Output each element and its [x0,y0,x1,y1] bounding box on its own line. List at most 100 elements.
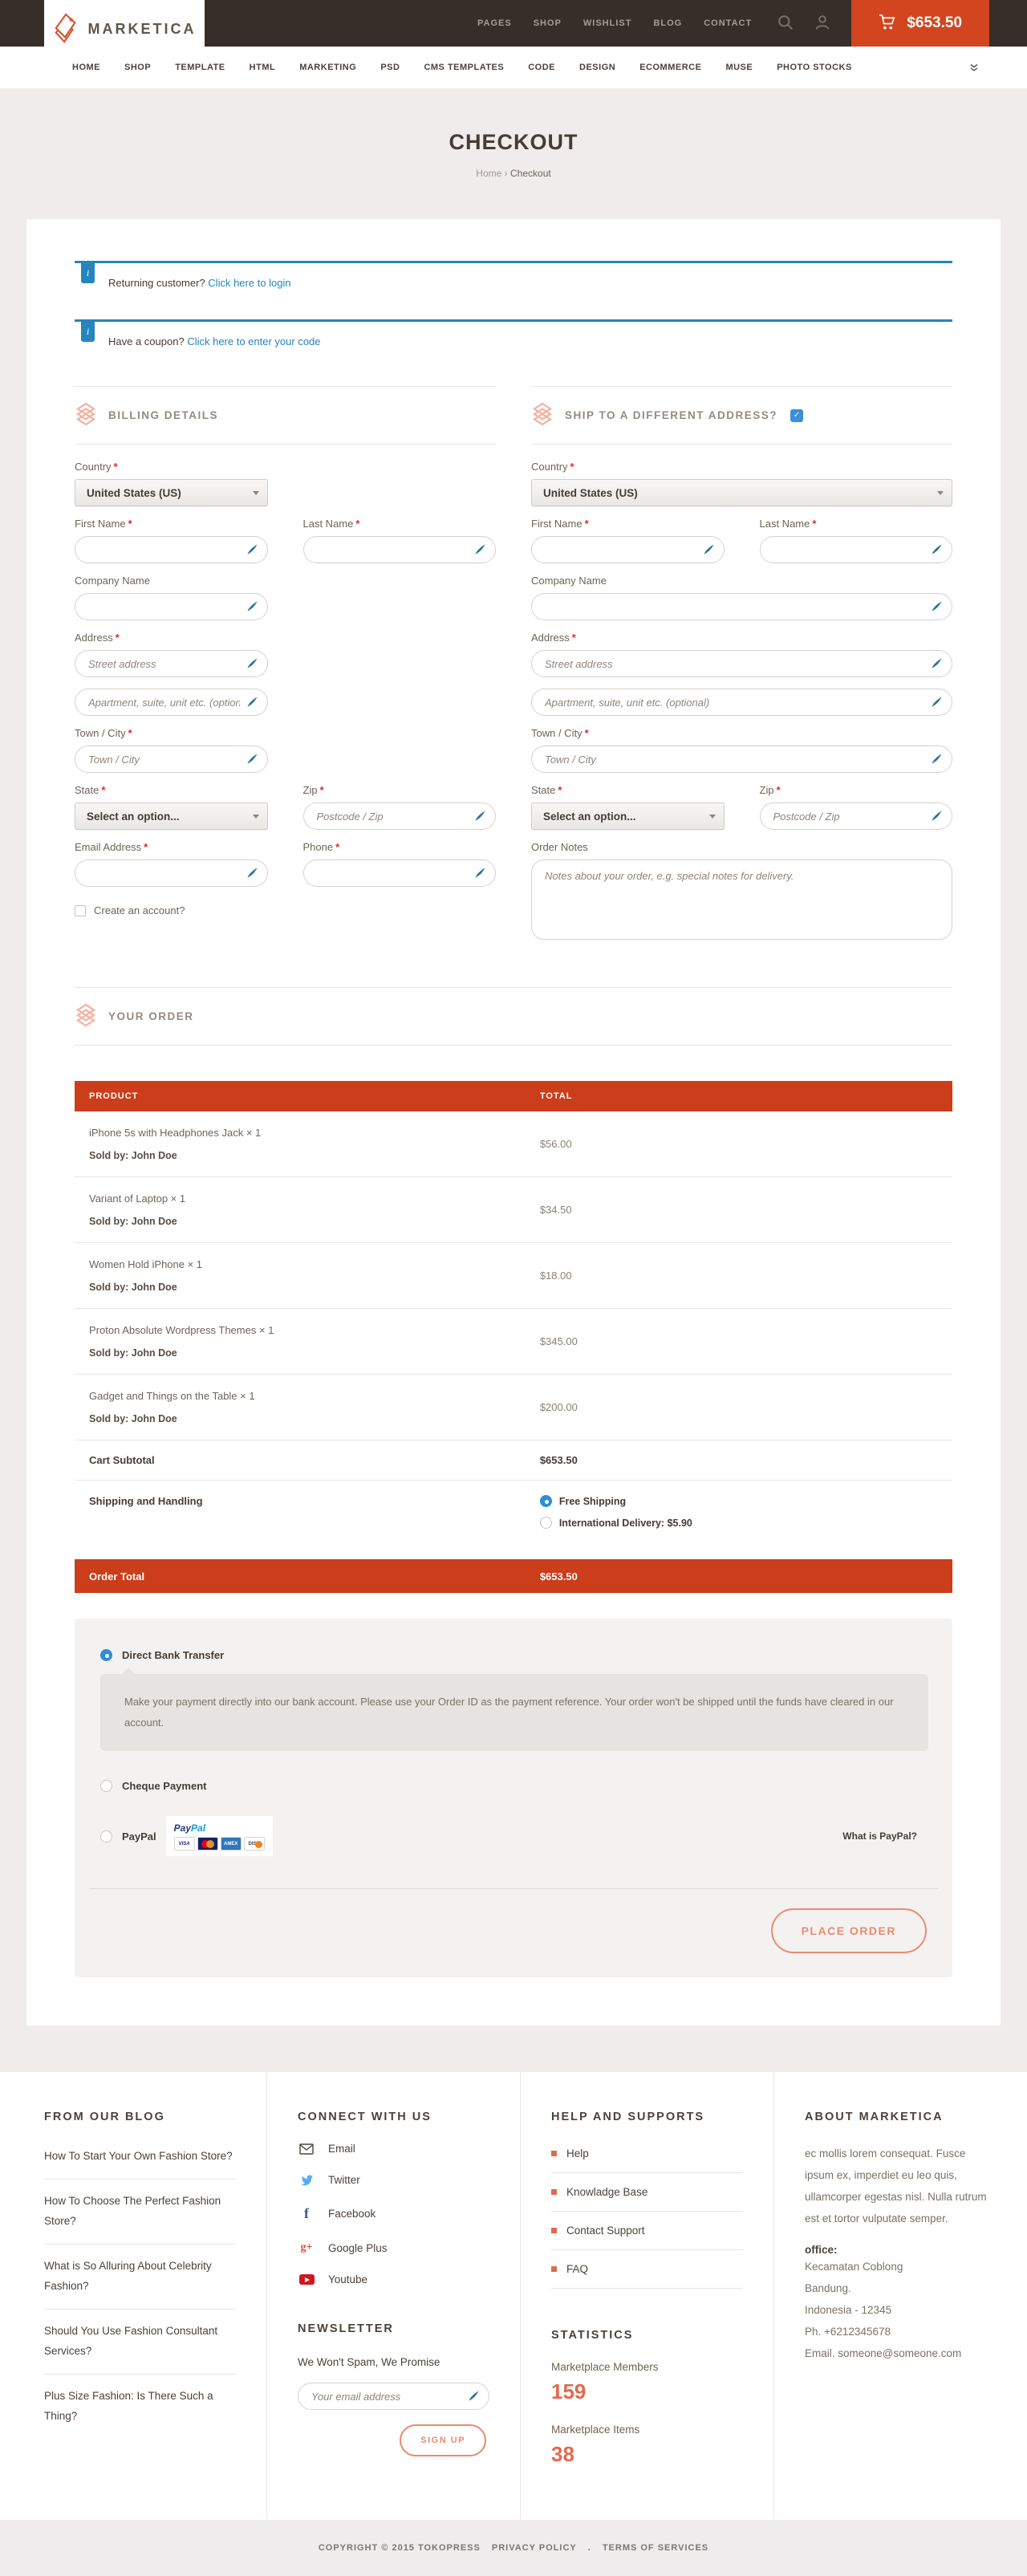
billing-email-input[interactable] [75,859,268,887]
help-and-supports-heading: HELP AND SUPPORTS [551,2111,743,2123]
payment-method-cheque[interactable]: Cheque Payment [89,1780,938,1792]
payment-methods-section: Direct Bank Transfer Make your payment d… [75,1619,952,1977]
knowledge-base-link[interactable]: Knowladge Base [551,2173,743,2212]
blog-post-link[interactable]: What is So Alluring About Celebrity Fash… [44,2245,236,2310]
from-our-blog-heading: FROM OUR BLOG [44,2111,236,2123]
social-link-youtube[interactable]: Youtube [298,2273,489,2285]
mainnav-item-shop[interactable]: SHOP [124,63,151,72]
shipping-option-free[interactable]: Free Shipping [540,1495,952,1507]
billing-last-name-input[interactable] [303,536,497,563]
billing-country-select[interactable]: United States (US) [75,479,268,506]
billing-first-name-input[interactable] [75,536,268,563]
pen-icon [468,2390,480,2404]
order-item-row: iPhone 5s with Headphones Jack × 1 Sold … [75,1111,952,1177]
mainnav-item-photo-stocks[interactable]: PHOTO STOCKS [777,63,852,72]
terms-of-services-link[interactable]: TERMS OF SERVICES [603,2543,708,2553]
topnav-item-blog[interactable]: BLOG [653,18,682,28]
billing-company-input[interactable] [75,593,268,620]
sign-up-button[interactable]: SIGN UP [400,2424,486,2456]
shipping-first-name-input[interactable] [531,536,725,563]
blog-post-link[interactable]: How To Choose The Perfect Fashion Store? [44,2180,236,2245]
newsletter-email-input[interactable] [298,2383,489,2410]
blog-post-link[interactable]: Should You Use Fashion Consultant Servic… [44,2310,236,2375]
mainnav-item-home[interactable]: HOME [72,63,100,72]
topnav-item-shop[interactable]: SHOP [534,18,562,28]
about-marketica-heading: ABOUT MARKETICA [805,2111,997,2123]
mainnav-item-ecommerce[interactable]: ECOMMERCE [639,63,701,72]
required-asterisk: * [585,518,589,530]
billing-town-input[interactable] [75,746,268,773]
search-icon[interactable] [777,14,794,33]
column-total: TOTAL [540,1091,952,1101]
billing-state-select[interactable]: Select an option... [75,802,268,830]
shipping-apartment-input[interactable] [531,689,952,716]
shipping-option-international[interactable]: International Delivery: $5.90 [540,1517,952,1529]
login-link[interactable]: Click here to login [208,277,290,289]
contact-support-link[interactable]: Contact Support [551,2212,743,2250]
shipping-last-name-input[interactable] [760,536,953,563]
product-name[interactable]: Proton Absolute Wordpress Themes × 1 [89,1324,540,1336]
pen-icon [246,600,258,615]
shipping-state-select[interactable]: Select an option... [531,802,725,830]
coupon-notice: i Have a coupon? Click here to enter you… [75,319,952,359]
coupon-link[interactable]: Click here to enter your code [187,335,320,347]
ship-to-different-address-checkbox[interactable]: ✓ [790,409,803,422]
blog-post-link[interactable]: How To Start Your Own Fashion Store? [44,2135,236,2180]
shipping-zip-input[interactable] [760,802,953,830]
product-total: $18.00 [540,1270,952,1282]
mainnav-item-html[interactable]: HTML [250,63,276,72]
mainnav-item-design[interactable]: DESIGN [579,63,615,72]
product-name[interactable]: Gadget and Things on the Table × 1 [89,1390,540,1402]
blog-post-link[interactable]: Plus Size Fashion: Is There Such a Thing… [44,2375,236,2439]
topnav-item-wishlist[interactable]: WISHLIST [583,18,632,28]
user-account-icon[interactable] [814,14,830,33]
mainnav-item-psd[interactable]: PSD [380,63,400,72]
social-link-email[interactable]: Email [298,2143,489,2155]
what-is-paypal-link[interactable]: What is PayPal? [842,1830,927,1842]
pen-icon [246,657,258,672]
order-notes-textarea[interactable] [531,859,952,940]
product-name[interactable]: Variant of Laptop × 1 [89,1193,540,1205]
more-categories-chevron-icon[interactable] [969,63,979,72]
mainnav-item-code[interactable]: CODE [528,63,555,72]
billing-country-field: Country* United States (US) [75,461,268,506]
billing-zip-input[interactable] [303,802,497,830]
discover-card-icon: DISC [244,1837,265,1851]
page-header: CHECKOUT Home › Checkout [0,88,1027,195]
faq-link[interactable]: FAQ [551,2250,743,2289]
topnav-item-pages[interactable]: PAGES [477,18,512,28]
product-seller: Sold by: John Doe [89,1282,540,1293]
mainnav-item-muse[interactable]: MUSE [725,63,753,72]
privacy-policy-link[interactable]: PRIVACY POLICY [492,2543,577,2553]
shipping-company-input[interactable] [531,593,952,620]
town-label: Town / City [75,727,126,739]
cart-button[interactable]: $653.50 [851,0,989,47]
billing-last-name-field: Last Name* [303,518,497,563]
product-name[interactable]: iPhone 5s with Headphones Jack × 1 [89,1127,540,1139]
payment-method-paypal[interactable]: PayPal PayPal VISA AMEX DISC What is Pay… [89,1816,938,1856]
billing-apartment-input[interactable] [75,689,268,716]
shipping-street-input[interactable] [531,650,952,677]
billing-phone-input[interactable] [303,859,497,887]
payment-method-bank[interactable]: Direct Bank Transfer [89,1649,938,1661]
breadcrumb-home-link[interactable]: Home [476,168,501,179]
social-link-google-plus[interactable]: g+ Google Plus [298,2241,489,2254]
product-name[interactable]: Women Hold iPhone × 1 [89,1258,540,1270]
place-order-button[interactable]: PLACE ORDER [771,1908,927,1953]
shipping-town-input[interactable] [531,746,952,773]
logo[interactable]: MARKETICA [44,0,205,58]
shipping-country-select[interactable]: United States (US) [531,479,952,506]
mainnav-item-cms-templates[interactable]: CMS TEMPLATES [424,63,504,72]
topnav-item-contact[interactable]: CONTACT [704,18,752,28]
create-account-checkbox[interactable]: Create an account? [75,904,496,916]
social-link-twitter[interactable]: Twitter [298,2174,489,2186]
pen-icon [931,810,943,824]
billing-street-input[interactable] [75,650,268,677]
social-link-facebook[interactable]: f Facebook [298,2205,489,2222]
mainnav-item-marketing[interactable]: MARKETING [299,63,356,72]
cart-icon [879,14,897,33]
breadcrumb: Home › Checkout [0,168,1027,179]
help-link[interactable]: Help [551,2135,743,2173]
mainnav-item-template[interactable]: TEMPLATE [175,63,225,72]
radio-unselected-icon [100,1830,112,1843]
